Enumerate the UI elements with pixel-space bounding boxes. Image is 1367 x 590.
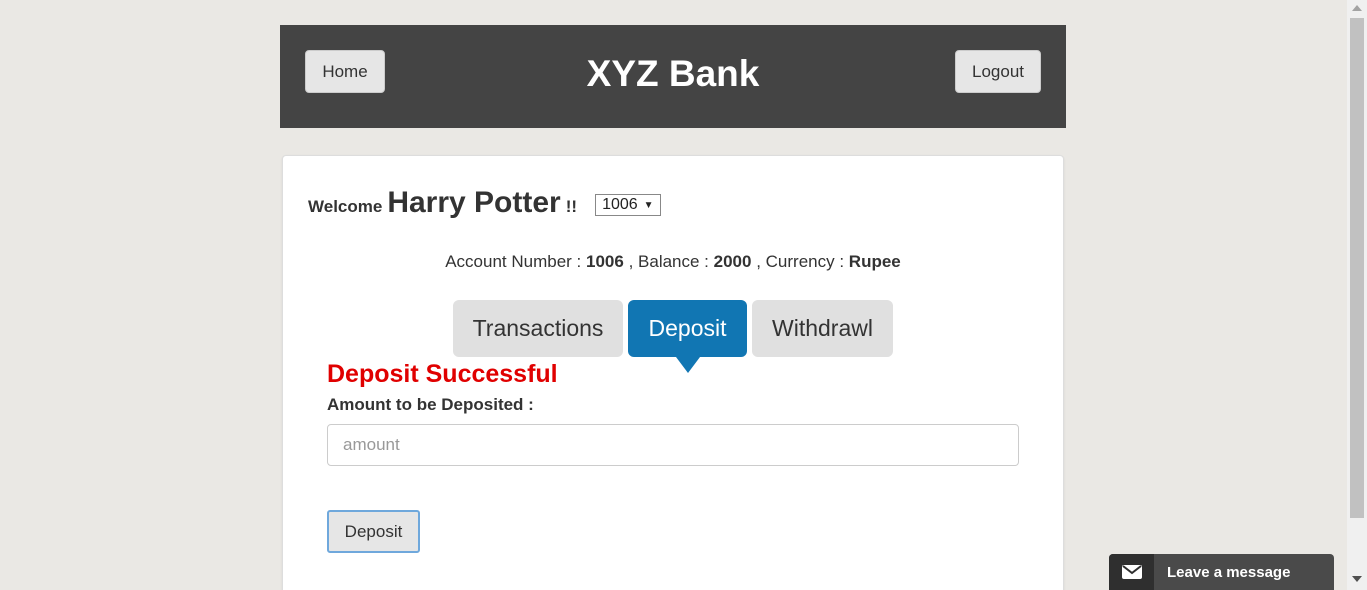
scrollbar-thumb[interactable] [1350, 18, 1364, 518]
tab-transactions[interactable]: Transactions [453, 300, 623, 357]
welcome-label: Welcome [308, 197, 383, 216]
leave-message-widget[interactable]: Leave a message [1109, 554, 1334, 590]
account-panel: Welcome Harry Potter !! 1006 ▼ Account N… [282, 155, 1064, 590]
balance-value: 2000 [713, 252, 752, 271]
account-select-value: 1006 [602, 196, 638, 213]
logout-button[interactable]: Logout [955, 50, 1041, 93]
scroll-up-arrow-icon[interactable] [1352, 5, 1362, 11]
envelope-icon [1109, 554, 1154, 590]
scroll-down-arrow-icon[interactable] [1352, 576, 1362, 582]
dropdown-arrow-icon: ▼ [643, 199, 654, 211]
tab-deposit-label: Deposit [648, 315, 727, 341]
active-tab-caret [675, 357, 700, 373]
account-select[interactable]: 1006 ▼ [595, 194, 662, 216]
account-info: Account Number : 1006 , Balance : 2000 ,… [283, 252, 1063, 272]
welcome-suffix: !! [565, 197, 578, 216]
currency-value: Rupee [848, 252, 901, 271]
deposit-status-message: Deposit Successful [327, 360, 558, 388]
leave-message-label: Leave a message [1167, 563, 1291, 581]
bank-title: XYZ Bank [586, 53, 760, 94]
deposit-submit-button[interactable]: Deposit [327, 510, 420, 553]
amount-input[interactable] [327, 424, 1019, 466]
balance-label: , Balance : [628, 252, 709, 271]
top-header: Home XYZ Bank Logout [280, 25, 1066, 128]
currency-label: , Currency : [756, 252, 845, 271]
customer-name: Harry Potter [387, 186, 561, 219]
vertical-scrollbar[interactable] [1347, 0, 1367, 590]
action-tabs: Transactions Deposit Withdrawl [453, 300, 893, 373]
amount-label: Amount to be Deposited : [327, 395, 534, 414]
tab-deposit[interactable]: Deposit [628, 300, 747, 373]
page: Home XYZ Bank Logout Welcome Harry Potte… [0, 0, 1367, 590]
account-number-label: Account Number : [445, 252, 582, 271]
welcome-row: Welcome Harry Potter !! 1006 ▼ [308, 186, 662, 220]
account-number-value: 1006 [586, 252, 624, 271]
tab-withdrawl[interactable]: Withdrawl [752, 300, 893, 357]
